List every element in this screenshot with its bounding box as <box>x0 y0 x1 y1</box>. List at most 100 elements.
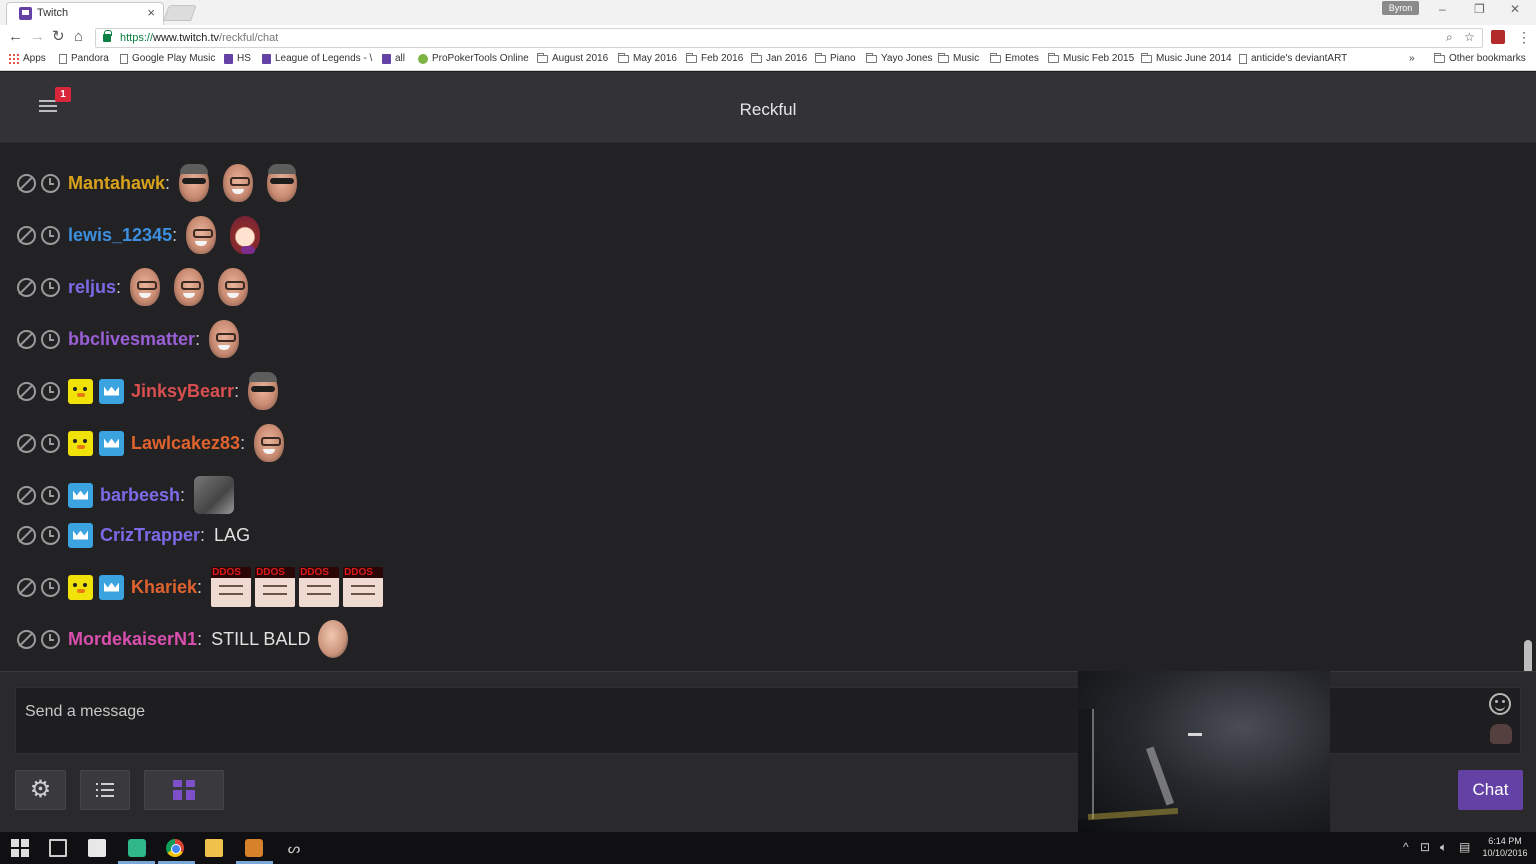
url-text[interactable]: https://www.twitch.tv/reckful/chat <box>120 32 278 44</box>
file-explorer-icon[interactable] <box>205 839 223 857</box>
notifications-icon[interactable]: ▤ <box>1459 840 1470 854</box>
timeout-icon[interactable] <box>41 173 60 193</box>
chat-username[interactable]: Mantahawk <box>68 173 165 194</box>
timeout-icon[interactable] <box>41 329 60 349</box>
ban-icon[interactable] <box>17 381 36 401</box>
tray-chevron-icon[interactable]: ^ <box>1403 840 1409 854</box>
bookmark-item[interactable]: League of Legends - \ <box>262 53 372 64</box>
ban-icon[interactable] <box>17 329 36 349</box>
chat-username[interactable]: JinksyBearr <box>131 381 234 402</box>
zoom-icon[interactable]: ⌕ <box>1446 30 1453 45</box>
chat-username[interactable]: lewis_12345 <box>68 225 172 246</box>
bits-icon[interactable] <box>1490 724 1512 744</box>
browser-menu-icon[interactable]: ⋮ <box>1517 29 1531 46</box>
chrome-icon[interactable] <box>166 839 184 857</box>
other-bookmarks-folder[interactable]: Other bookmarks <box>1434 52 1526 64</box>
bookmark-folder[interactable]: Music Feb 2015 <box>1048 52 1134 64</box>
extension-icon[interactable] <box>1491 30 1505 44</box>
chat-settings-button[interactable]: ⚙ <box>15 770 66 810</box>
address-bar[interactable]: https://www.twitch.tv/reckful/chat ⌕ ☆ <box>95 28 1483 48</box>
timeout-icon[interactable] <box>41 225 60 245</box>
windows-start-icon[interactable] <box>11 839 29 857</box>
new-tab-button[interactable] <box>163 5 197 21</box>
bookmark-item[interactable]: all <box>382 53 405 64</box>
chat-username[interactable]: Lawlcakez83 <box>131 433 240 454</box>
timeout-icon[interactable] <box>41 485 60 505</box>
bookmark-folder[interactable]: August 2016 <box>537 52 608 64</box>
ban-icon[interactable] <box>17 225 36 245</box>
send-chat-button[interactable]: Chat <box>1458 770 1523 810</box>
close-window-icon[interactable]: ✕ <box>1510 2 1520 16</box>
bookmark-item[interactable]: ProPokerTools Online <box>418 53 529 64</box>
timeout-icon[interactable] <box>41 277 60 297</box>
chat-message: Lawlcakez83 : <box>17 423 298 463</box>
restore-icon[interactable]: ❐ <box>1474 2 1485 16</box>
emote-cap-glasses-icon <box>248 372 279 410</box>
bookmark-item[interactable]: Google Play Music <box>120 53 215 64</box>
prime-crown-badge-icon[interactable] <box>68 522 93 548</box>
bookmark-item[interactable]: HS <box>224 53 251 64</box>
bookmarks-overflow-button[interactable]: » <box>1409 53 1415 64</box>
viewer-list-button[interactable] <box>80 770 130 810</box>
prime-crown-badge-icon[interactable] <box>99 378 124 404</box>
bookmark-folder[interactable]: May 2016 <box>618 52 677 64</box>
ban-icon[interactable] <box>17 433 36 453</box>
bookmark-folder[interactable]: Music <box>938 52 979 64</box>
bookmark-folder[interactable]: Piano <box>815 52 856 64</box>
gift-button[interactable] <box>144 770 224 810</box>
chat-scrollbar[interactable] <box>1524 640 1532 674</box>
home-icon[interactable]: ⌂ <box>74 29 83 45</box>
chick-badge-icon[interactable] <box>68 574 93 600</box>
bookmark-folder[interactable]: Feb 2016 <box>686 52 743 64</box>
reload-icon[interactable]: ↻ <box>52 29 65 45</box>
bookmark-folder[interactable]: Music June 2014 <box>1141 52 1232 64</box>
bookmark-item[interactable]: Apps <box>8 53 46 64</box>
timeout-icon[interactable] <box>41 577 60 597</box>
taskbar-clock[interactable]: 6:14 PM 10/10/2016 <box>1478 835 1532 859</box>
prime-crown-badge-icon[interactable] <box>99 430 124 456</box>
volume-icon[interactable]: 🔈︎ <box>1440 840 1447 855</box>
tab-close-button[interactable]: × <box>147 5 155 20</box>
ban-icon[interactable] <box>17 577 36 597</box>
ban-icon[interactable] <box>17 277 36 297</box>
ban-icon[interactable] <box>17 629 36 649</box>
app-s-icon[interactable]: ᔕ <box>285 839 303 857</box>
ban-icon[interactable] <box>17 525 36 545</box>
profile-badge[interactable]: Byron <box>1382 1 1419 15</box>
bookmark-folder[interactable]: Yayo Jones <box>866 52 933 64</box>
browser-tab[interactable]: Twitch × <box>6 2 164 25</box>
timeout-icon[interactable] <box>41 433 60 453</box>
emoji-picker-icon[interactable] <box>1489 693 1511 715</box>
bookmark-folder[interactable]: Emotes <box>990 52 1039 64</box>
chat-username[interactable]: MordekaiserN1 <box>68 629 197 650</box>
network-icon[interactable]: ⊡ <box>1420 840 1430 854</box>
chat-username[interactable]: reljus <box>68 277 116 298</box>
chat-username[interactable]: barbeesh <box>100 485 180 506</box>
timeout-icon[interactable] <box>41 381 60 401</box>
chat-username[interactable]: Khariek <box>131 577 197 598</box>
bookmark-folder[interactable]: Jan 2016 <box>751 52 807 64</box>
chick-badge-icon[interactable] <box>68 378 93 404</box>
task-view-icon[interactable] <box>49 839 67 857</box>
bookmark-item[interactable]: Pandora <box>59 53 109 64</box>
chat-username[interactable]: CrizTrapper <box>100 525 200 546</box>
ban-icon[interactable] <box>17 173 36 193</box>
back-arrow-icon[interactable]: ← <box>8 29 23 45</box>
timeout-icon[interactable] <box>41 629 60 649</box>
prime-crown-badge-icon[interactable] <box>68 482 93 508</box>
folder-icon <box>1141 52 1152 63</box>
bookmark-item[interactable]: anticide's deviantART <box>1239 53 1347 64</box>
app-fire-icon[interactable] <box>245 839 263 857</box>
bookmark-star-icon[interactable]: ☆ <box>1464 30 1475 44</box>
app-green-icon[interactable] <box>128 839 146 857</box>
emote-smile-icon <box>130 268 161 306</box>
store-icon[interactable] <box>88 839 106 857</box>
minimize-icon[interactable]: – <box>1439 2 1446 16</box>
propoker-icon <box>418 53 428 64</box>
chick-badge-icon[interactable] <box>68 430 93 456</box>
forward-arrow-icon[interactable]: → <box>30 29 45 45</box>
prime-crown-badge-icon[interactable] <box>99 574 124 600</box>
chat-username[interactable]: bbclivesmatter <box>68 329 195 350</box>
timeout-icon[interactable] <box>41 525 60 545</box>
ban-icon[interactable] <box>17 485 36 505</box>
